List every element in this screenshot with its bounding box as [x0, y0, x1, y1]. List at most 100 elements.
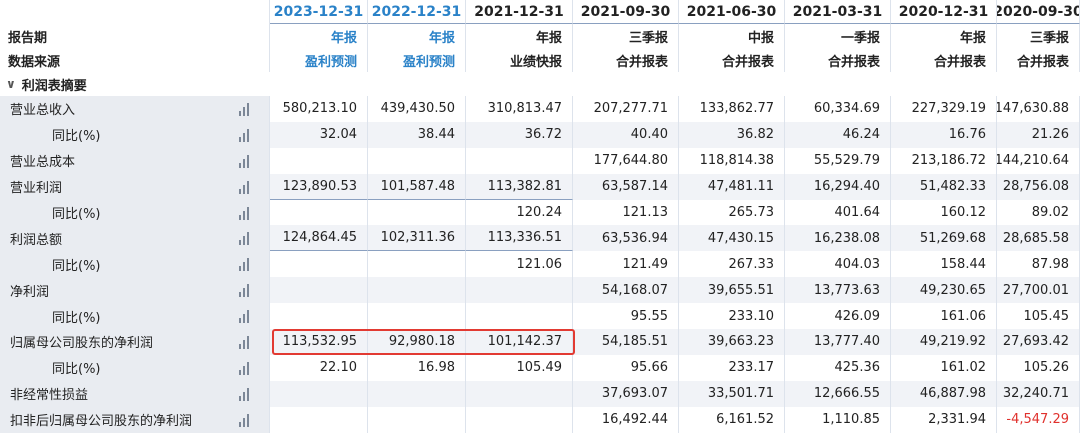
table-cell[interactable]: 36.72 [466, 121, 573, 148]
bar-chart-icon[interactable] [239, 128, 261, 142]
table-cell[interactable]: 60,334.69 [785, 96, 891, 122]
table-cell[interactable]: 27,693.42 [997, 329, 1080, 355]
table-cell[interactable]: 113,336.51 [466, 225, 573, 252]
bar-chart-icon[interactable] [239, 154, 261, 168]
table-cell[interactable]: 89.02 [997, 199, 1080, 226]
table-cell[interactable]: 27,700.01 [997, 277, 1080, 304]
table-cell[interactable]: 36.82 [679, 121, 785, 148]
table-cell[interactable]: 40.40 [573, 121, 679, 148]
table-cell[interactable]: 161.06 [891, 303, 997, 330]
table-cell[interactable]: 22.10 [270, 354, 368, 381]
table-cell[interactable]: 426.09 [785, 303, 891, 330]
bar-chart-icon[interactable] [239, 309, 261, 324]
table-cell[interactable]: 233.10 [679, 303, 785, 330]
column-date-7[interactable]: 2020-09-30 [997, 0, 1080, 24]
table-cell[interactable]: 32,240.71 [997, 380, 1080, 407]
table-cell[interactable] [368, 199, 466, 226]
table-cell[interactable]: 16,294.40 [785, 173, 891, 200]
table-cell[interactable] [270, 303, 368, 330]
table-cell[interactable]: 13,773.63 [785, 277, 891, 304]
table-cell[interactable]: 113,532.95 [270, 329, 368, 355]
bar-chart-icon[interactable] [239, 283, 261, 298]
table-cell[interactable]: 158.44 [891, 251, 997, 278]
table-cell[interactable]: 147,630.88 [997, 96, 1080, 122]
table-cell[interactable]: 121.49 [573, 251, 679, 278]
table-cell[interactable]: 37,693.07 [573, 380, 679, 407]
column-date-1[interactable]: 2022-12-31 [368, 0, 466, 24]
column-date-4[interactable]: 2021-06-30 [679, 0, 785, 24]
chevron-down-icon[interactable]: ∨ [6, 77, 16, 91]
bar-chart-icon[interactable] [239, 231, 261, 246]
table-cell[interactable]: 118,814.38 [679, 147, 785, 174]
table-cell[interactable]: 6,161.52 [679, 406, 785, 433]
table-cell[interactable]: 265.73 [679, 199, 785, 226]
table-cell[interactable] [368, 277, 466, 304]
table-cell[interactable]: 46.24 [785, 121, 891, 148]
table-cell[interactable]: 439,430.50 [368, 96, 466, 122]
bar-chart-icon[interactable] [239, 180, 261, 194]
table-cell[interactable] [368, 147, 466, 174]
table-cell[interactable] [270, 251, 368, 278]
table-cell[interactable]: 16.98 [368, 354, 466, 381]
column-date-0[interactable]: 2023-12-31 [270, 0, 368, 24]
table-cell[interactable]: 121.13 [573, 199, 679, 226]
table-cell[interactable]: 16.76 [891, 121, 997, 148]
table-cell[interactable]: 213,186.72 [891, 147, 997, 174]
table-cell[interactable]: 63,587.14 [573, 173, 679, 200]
table-cell[interactable]: -4,547.29 [997, 406, 1080, 433]
table-cell[interactable]: 16,238.08 [785, 225, 891, 252]
table-cell[interactable]: 33,501.71 [679, 380, 785, 407]
table-cell[interactable]: 425.36 [785, 354, 891, 381]
table-cell[interactable]: 310,813.47 [466, 96, 573, 122]
table-cell[interactable]: 177,644.80 [573, 147, 679, 174]
table-cell[interactable] [368, 251, 466, 278]
table-cell[interactable]: 87.98 [997, 251, 1080, 278]
table-cell[interactable]: 32.04 [270, 121, 368, 148]
bar-chart-icon[interactable] [239, 413, 261, 427]
section-income-summary[interactable]: ∨ 利润表摘要 [0, 72, 1080, 96]
table-cell[interactable]: 54,185.51 [573, 329, 679, 355]
table-cell[interactable]: 51,482.33 [891, 173, 997, 200]
table-cell[interactable]: 102,311.36 [368, 225, 466, 252]
table-cell[interactable]: 101,142.37 [466, 329, 573, 355]
table-cell[interactable] [270, 277, 368, 304]
table-cell[interactable]: 92,980.18 [368, 329, 466, 355]
table-cell[interactable] [270, 147, 368, 174]
column-date-5[interactable]: 2021-03-31 [785, 0, 891, 24]
bar-chart-icon[interactable] [239, 102, 261, 116]
table-cell[interactable]: 47,481.11 [679, 173, 785, 200]
column-date-6[interactable]: 2020-12-31 [891, 0, 997, 24]
table-cell[interactable]: 144,210.64 [997, 147, 1080, 174]
table-cell[interactable]: 21.26 [997, 121, 1080, 148]
table-cell[interactable] [368, 406, 466, 433]
table-cell[interactable] [270, 380, 368, 407]
table-cell[interactable]: 401.64 [785, 199, 891, 226]
table-cell[interactable]: 105.45 [997, 303, 1080, 330]
table-cell[interactable]: 95.66 [573, 354, 679, 381]
table-cell[interactable] [466, 303, 573, 330]
table-cell[interactable]: 101,587.48 [368, 173, 466, 200]
table-cell[interactable]: 28,685.58 [997, 225, 1080, 252]
table-cell[interactable]: 123,890.53 [270, 173, 368, 200]
table-cell[interactable]: 233.17 [679, 354, 785, 381]
table-cell[interactable]: 580,213.10 [270, 96, 368, 122]
bar-chart-icon[interactable] [239, 361, 261, 375]
table-cell[interactable]: 28,756.08 [997, 173, 1080, 200]
table-cell[interactable]: 113,382.81 [466, 173, 573, 200]
table-cell[interactable] [466, 380, 573, 407]
table-cell[interactable]: 133,862.77 [679, 96, 785, 122]
column-date-3[interactable]: 2021-09-30 [573, 0, 679, 24]
column-date-2[interactable]: 2021-12-31 [466, 0, 573, 24]
table-cell[interactable]: 207,277.71 [573, 96, 679, 122]
table-cell[interactable]: 51,269.68 [891, 225, 997, 252]
bar-chart-icon[interactable] [239, 387, 261, 401]
table-cell[interactable]: 38.44 [368, 121, 466, 148]
table-cell[interactable]: 54,168.07 [573, 277, 679, 304]
table-cell[interactable] [270, 199, 368, 226]
table-cell[interactable] [466, 277, 573, 304]
table-cell[interactable]: 95.55 [573, 303, 679, 330]
table-cell[interactable]: 2,331.94 [891, 406, 997, 433]
table-cell[interactable]: 121.06 [466, 251, 573, 278]
table-cell[interactable]: 39,655.51 [679, 277, 785, 304]
table-cell[interactable]: 1,110.85 [785, 406, 891, 433]
